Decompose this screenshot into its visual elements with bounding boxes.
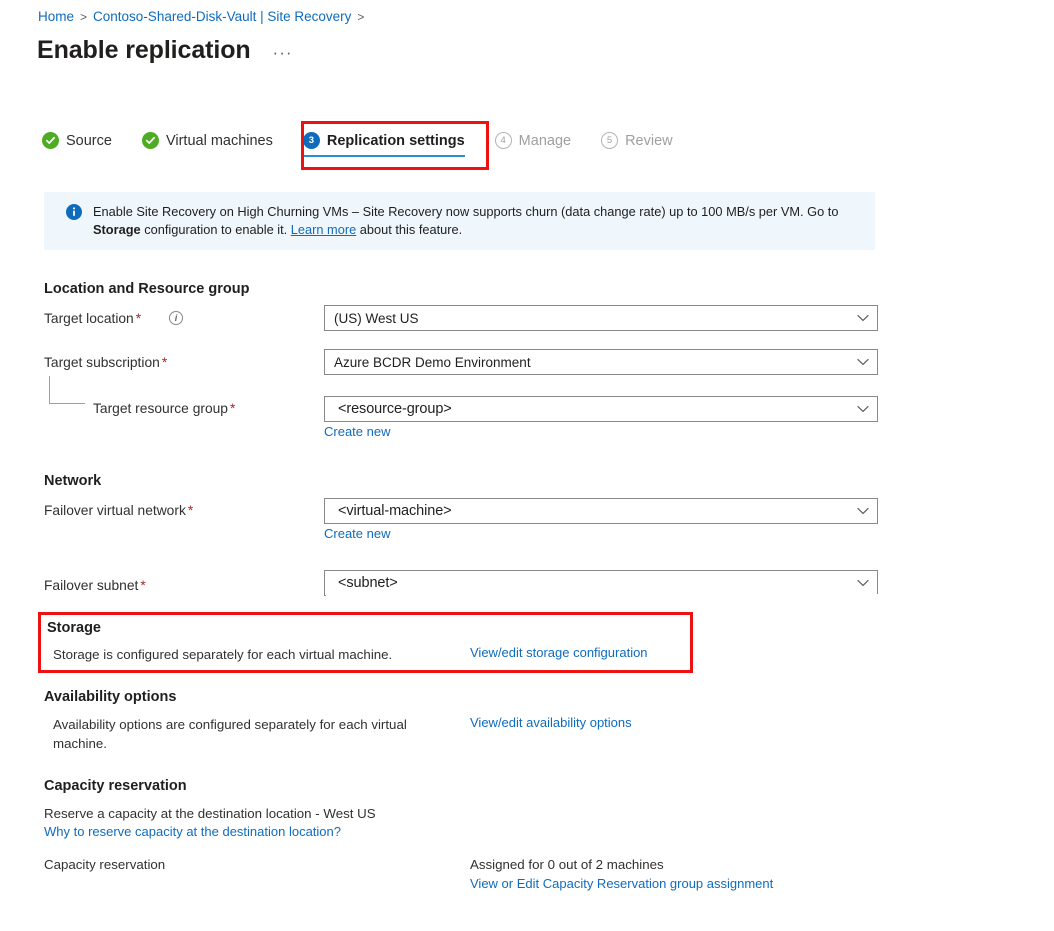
target-location-select[interactable]: (US) West US xyxy=(324,305,878,331)
info-banner: Enable Site Recovery on High Churning VM… xyxy=(44,192,875,250)
view-edit-capacity-reservation-link[interactable]: View or Edit Capacity Reservation group … xyxy=(470,876,773,891)
label-failover-subnet-text: Failover subnet xyxy=(44,578,138,593)
create-new-resource-group-link[interactable]: Create new xyxy=(324,424,390,439)
target-subscription-select[interactable]: Azure BCDR Demo Environment xyxy=(324,349,878,375)
wizard-step-manage[interactable]: 4 Manage xyxy=(493,128,573,157)
wizard-step-source[interactable]: Source xyxy=(40,128,114,157)
target-location-value: (US) West US xyxy=(325,311,849,326)
required-asterisk: * xyxy=(162,355,167,370)
label-failover-virtual-network: Failover virtual network* xyxy=(44,503,193,518)
failover-virtual-network-select[interactable]: <virtual-machine> xyxy=(324,498,878,524)
label-target-subscription: Target subscription* xyxy=(44,355,167,370)
failover-subnet-value: <subnet> xyxy=(325,575,849,591)
section-heading-location: Location and Resource group xyxy=(44,281,249,297)
availability-description-line1: Availability options are configured sepa… xyxy=(53,717,407,732)
create-new-virtual-network-link[interactable]: Create new xyxy=(324,526,390,541)
failover-virtual-network-value: <virtual-machine> xyxy=(325,503,849,519)
label-target-resource-group-text: Target resource group xyxy=(93,401,228,416)
label-target-location: Target location* xyxy=(44,311,141,326)
breadcrumb-separator-1: > xyxy=(80,10,87,24)
required-asterisk: * xyxy=(188,503,193,518)
wizard-step-label: Replication settings xyxy=(327,133,465,149)
chevron-down-icon xyxy=(849,405,877,413)
tree-connector xyxy=(49,376,85,404)
banner-text-part1: Enable Site Recovery on High Churning VM… xyxy=(93,204,838,219)
capacity-reservation-row-label: Capacity reservation xyxy=(44,855,165,874)
step-number-badge: 4 xyxy=(495,132,512,149)
chevron-down-icon xyxy=(849,358,877,366)
availability-description-line2: machine. xyxy=(53,736,107,751)
storage-description: Storage is configured separately for eac… xyxy=(53,645,392,664)
capacity-description: Reserve a capacity at the destination lo… xyxy=(44,804,376,823)
required-asterisk: * xyxy=(140,578,145,593)
why-reserve-capacity-link[interactable]: Why to reserve capacity at the destinati… xyxy=(44,824,341,839)
more-options-button[interactable]: ··· xyxy=(269,45,297,61)
capacity-assigned-text: Assigned for 0 out of 2 machines xyxy=(470,855,664,874)
chevron-down-icon xyxy=(849,507,877,515)
info-banner-text: Enable Site Recovery on High Churning VM… xyxy=(93,203,863,239)
learn-more-link[interactable]: Learn more xyxy=(291,222,356,237)
section-heading-capacity: Capacity reservation xyxy=(44,778,187,794)
step-number-badge: 5 xyxy=(601,132,618,149)
label-failover-virtual-network-text: Failover virtual network xyxy=(44,503,186,518)
breadcrumb: Home > Contoso-Shared-Disk-Vault | Site Re… xyxy=(38,8,370,26)
chevron-down-icon xyxy=(849,314,877,322)
chevron-down-icon xyxy=(849,579,877,587)
label-target-location-text: Target location xyxy=(44,311,134,326)
target-resource-group-select[interactable]: <resource-group> xyxy=(324,396,878,422)
section-heading-storage: Storage xyxy=(47,620,101,636)
availability-description: Availability options are configured sepa… xyxy=(53,715,453,753)
view-edit-storage-configuration-link[interactable]: View/edit storage configuration xyxy=(470,645,648,660)
section-heading-availability: Availability options xyxy=(44,689,176,705)
info-icon xyxy=(66,204,82,225)
subnet-bottom-overlay xyxy=(326,594,881,602)
enable-replication-page: Home > Contoso-Shared-Disk-Vault | Site Re… xyxy=(0,0,1054,931)
breadcrumb-item-vault[interactable]: Contoso-Shared-Disk-Vault | Site Recover… xyxy=(93,9,351,24)
wizard-step-label: Manage xyxy=(519,133,571,149)
wizard-step-virtual-machines[interactable]: Virtual machines xyxy=(140,128,275,157)
title-row: Enable replication ··· xyxy=(37,34,297,66)
label-failover-subnet: Failover subnet* xyxy=(44,578,146,593)
wizard-step-replication-settings[interactable]: 3 Replication settings xyxy=(301,128,467,157)
section-heading-network: Network xyxy=(44,473,101,489)
info-outline-icon[interactable]: i xyxy=(169,311,183,325)
banner-text-part3: about this feature. xyxy=(356,222,462,237)
wizard-step-label: Review xyxy=(625,133,673,149)
view-edit-availability-options-link[interactable]: View/edit availability options xyxy=(470,715,632,730)
check-circle-icon xyxy=(142,132,159,149)
wizard-step-label: Virtual machines xyxy=(166,133,273,149)
banner-text-part2: configuration to enable it. xyxy=(141,222,291,237)
breadcrumb-item-home[interactable]: Home xyxy=(38,9,74,24)
label-target-resource-group: Target resource group* xyxy=(93,401,235,416)
target-resource-group-value: <resource-group> xyxy=(325,401,849,417)
page-title: Enable replication xyxy=(37,34,251,66)
step-number-badge: 3 xyxy=(303,132,320,149)
required-asterisk: * xyxy=(230,401,235,416)
wizard-steps: Source Virtual machines 3 Replication se… xyxy=(40,128,701,157)
wizard-step-review[interactable]: 5 Review xyxy=(599,128,675,157)
check-circle-icon xyxy=(42,132,59,149)
wizard-step-label: Source xyxy=(66,133,112,149)
breadcrumb-separator-2: > xyxy=(357,10,364,24)
banner-text-bold: Storage xyxy=(93,222,141,237)
required-asterisk: * xyxy=(136,311,141,326)
target-subscription-value: Azure BCDR Demo Environment xyxy=(325,355,849,370)
label-target-subscription-text: Target subscription xyxy=(44,355,160,370)
